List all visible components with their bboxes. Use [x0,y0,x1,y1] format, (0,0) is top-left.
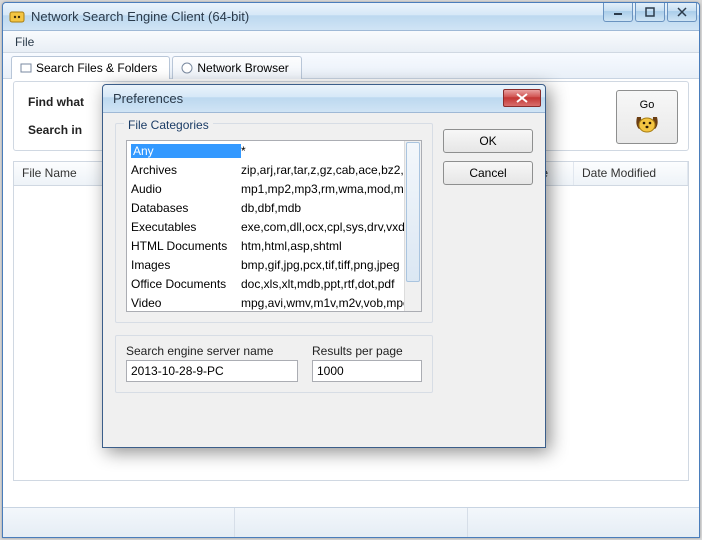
results-per-page-label: Results per page [312,344,422,358]
preferences-dialog: Preferences File Categories Any*Archives… [102,84,546,448]
category-name: Audio [131,182,241,196]
ok-button[interactable]: OK [443,129,533,153]
results-per-page-input[interactable] [312,360,422,382]
category-name: Databases [131,201,241,215]
category-row[interactable]: Executablesexe,com,dll,ocx,cpl,sys,drv,v… [127,217,421,236]
dialog-title: Preferences [113,91,183,106]
category-extensions: doc,xls,xlt,mdb,ppt,rtf,dot,pdf [241,277,421,291]
category-extensions: mpg,avi,wmv,m1v,m2v,vob,mpe [241,296,421,310]
category-extensions: htm,html,asp,shtml [241,239,421,253]
dialog-title-bar: Preferences [103,85,545,113]
modal-layer: Preferences File Categories Any*Archives… [0,0,702,540]
category-name: HTML Documents [131,239,241,253]
category-name: Office Documents [131,277,241,291]
category-name: Archives [131,163,241,177]
dialog-body: File Categories Any*Archiveszip,arj,rar,… [103,113,545,415]
category-row[interactable]: Audiomp1,mp2,mp3,rm,wma,mod,mid, [127,179,421,198]
dialog-close-button[interactable] [503,89,541,107]
category-row[interactable]: Videompg,avi,wmv,m1v,m2v,vob,mpe [127,293,421,312]
server-group: Search engine server name Results per pa… [115,335,433,393]
file-categories-group: File Categories Any*Archiveszip,arj,rar,… [115,123,433,323]
category-name: Video [131,296,241,310]
group-title: File Categories [124,118,213,132]
category-row[interactable]: HTML Documentshtm,html,asp,shtml [127,236,421,255]
category-row[interactable]: Any* [127,141,421,160]
category-extensions: zip,arj,rar,tar,z,gz,cab,ace,bz2, [241,163,421,177]
category-extensions: mp1,mp2,mp3,rm,wma,mod,mid, [241,182,421,196]
category-extensions: bmp,gif,jpg,pcx,tif,tiff,png,jpeg [241,258,421,272]
server-name-input[interactable] [126,360,298,382]
category-extensions: db,dbf,mdb [241,201,421,215]
category-row[interactable]: Databasesdb,dbf,mdb [127,198,421,217]
category-row[interactable]: Imagesbmp,gif,jpg,pcx,tif,tiff,png,jpeg [127,255,421,274]
category-name: Executables [131,220,241,234]
category-name: Any [131,144,241,158]
scrollbar-thumb[interactable] [406,142,420,282]
category-row[interactable]: Archiveszip,arj,rar,tar,z,gz,cab,ace,bz2… [127,160,421,179]
category-list[interactable]: Any*Archiveszip,arj,rar,tar,z,gz,cab,ace… [126,140,422,312]
scrollbar[interactable] [404,141,421,311]
category-extensions: exe,com,dll,ocx,cpl,sys,drv,vxd [241,220,421,234]
category-row[interactable]: Office Documentsdoc,xls,xlt,mdb,ppt,rtf,… [127,274,421,293]
category-name: Images [131,258,241,272]
category-extensions: * [241,144,421,158]
cancel-button[interactable]: Cancel [443,161,533,185]
server-name-label: Search engine server name [126,344,298,358]
